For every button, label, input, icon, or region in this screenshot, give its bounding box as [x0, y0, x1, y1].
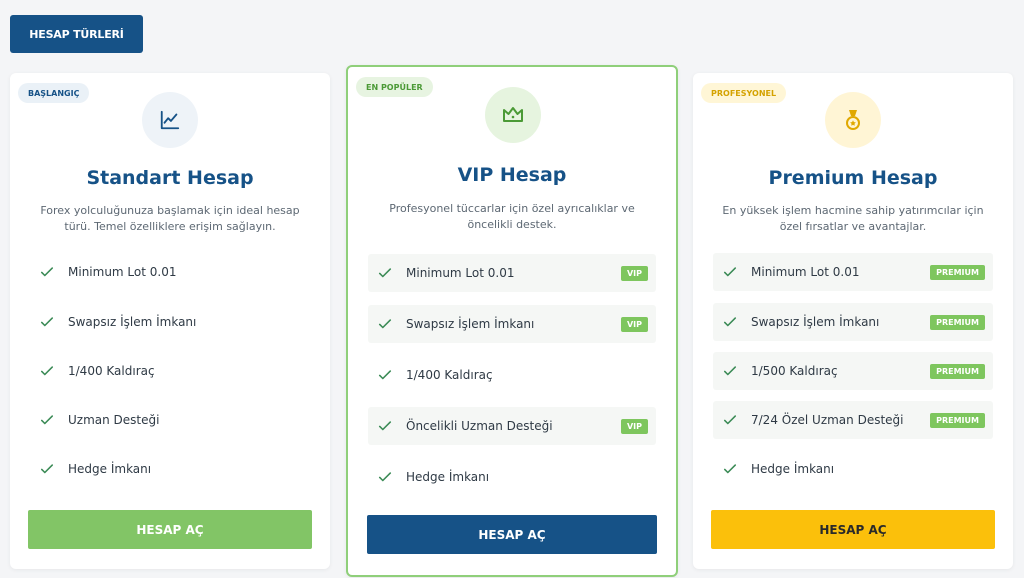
open-account-button[interactable]: HESAP AÇ	[711, 510, 995, 549]
card-title: Premium Hesap	[768, 167, 938, 189]
card-title: VIP Hesap	[457, 164, 567, 186]
card-description: En yüksek işlem hacmine sahip yatırımcıl…	[722, 204, 984, 233]
card-premium: PROFESYONEL Premium Hesap En yüksek işle…	[693, 73, 1013, 569]
vip-tag: VIP	[620, 418, 648, 434]
open-account-button[interactable]: HESAP AÇ	[28, 510, 312, 549]
medal-icon	[825, 92, 881, 148]
feature-label: 1/500 Kaldıraç	[751, 364, 838, 378]
feature-item: Minimum Lot 0.01	[30, 253, 310, 291]
badge-profesyonel: PROFESYONEL	[701, 83, 787, 103]
check-icon	[40, 366, 54, 376]
feature-item: Swapsız İşlem İmkanı PREMIUM	[713, 303, 993, 341]
feature-item: Öncelikli Uzman Desteği VIP	[368, 407, 656, 445]
tab-hesap-turleri[interactable]: HESAP TÜRLERİ	[10, 15, 143, 53]
check-icon	[723, 464, 737, 474]
feature-item: Swapsız İşlem İmkanı	[30, 303, 310, 341]
feature-label: Swapsız İşlem İmkanı	[751, 315, 880, 329]
feature-item: Hedge İmkanı	[713, 450, 993, 488]
feature-item: 7/24 Özel Uzman Desteği PREMIUM	[713, 401, 993, 439]
feature-label: Hedge İmkanı	[751, 462, 835, 476]
check-icon	[723, 366, 737, 376]
open-account-button[interactable]: HESAP AÇ	[367, 515, 657, 554]
premium-tag: PREMIUM	[930, 314, 985, 330]
feature-item: 1/400 Kaldıraç	[368, 356, 656, 394]
vip-tag: VIP	[620, 265, 648, 281]
check-icon	[378, 370, 392, 380]
feature-label: Minimum Lot 0.01	[406, 266, 515, 280]
feature-label: Swapsız İşlem İmkanı	[406, 317, 535, 331]
card-standart: BAŞLANGIÇ Standart Hesap Forex yolculuğu…	[10, 73, 330, 569]
feature-label: 1/400 Kaldıraç	[406, 368, 493, 382]
feature-item: Hedge İmkanı	[30, 450, 310, 488]
card-description: Profesyonel tüccarlar için özel ayrıcalı…	[389, 202, 635, 231]
badge-en-populer: EN POPÜLER	[356, 77, 433, 97]
feature-label: 1/400 Kaldıraç	[68, 364, 155, 378]
feature-label: 7/24 Özel Uzman Desteği	[751, 413, 904, 427]
check-icon	[723, 317, 737, 327]
feature-item: 1/400 Kaldıraç	[30, 352, 310, 390]
check-icon	[40, 415, 54, 425]
feature-item: Minimum Lot 0.01 VIP	[368, 254, 656, 292]
feature-label: Swapsız İşlem İmkanı	[68, 315, 197, 329]
check-icon	[378, 319, 392, 329]
check-icon	[378, 472, 392, 482]
feature-label: Hedge İmkanı	[68, 462, 152, 476]
vip-tag: VIP	[620, 316, 648, 332]
check-icon	[723, 267, 737, 277]
chart-line-icon	[142, 92, 198, 148]
feature-item: Swapsız İşlem İmkanı VIP	[368, 305, 656, 343]
premium-tag: PREMIUM	[930, 264, 985, 280]
feature-item: 1/500 Kaldıraç PREMIUM	[713, 352, 993, 390]
crown-icon	[485, 87, 541, 143]
premium-tag: PREMIUM	[930, 363, 985, 379]
check-icon	[40, 464, 54, 474]
feature-item: Minimum Lot 0.01 PREMIUM	[713, 253, 993, 291]
feature-label: Uzman Desteği	[68, 413, 160, 427]
card-vip: EN POPÜLER VIP Hesap Profesyonel tüccarl…	[346, 65, 678, 577]
feature-label: Minimum Lot 0.01	[68, 265, 177, 279]
badge-baslangic: BAŞLANGIÇ	[18, 83, 90, 103]
feature-label: Hedge İmkanı	[406, 470, 490, 484]
check-icon	[40, 317, 54, 327]
feature-label: Minimum Lot 0.01	[751, 265, 860, 279]
check-icon	[378, 268, 392, 278]
check-icon	[40, 267, 54, 277]
feature-item: Hedge İmkanı	[368, 458, 656, 496]
premium-tag: PREMIUM	[930, 412, 985, 428]
feature-item: Uzman Desteği	[30, 401, 310, 439]
check-icon	[378, 421, 392, 431]
check-icon	[723, 415, 737, 425]
feature-label: Öncelikli Uzman Desteği	[406, 419, 553, 433]
card-description: Forex yolculuğunuza başlamak için ideal …	[40, 204, 300, 233]
card-title: Standart Hesap	[86, 167, 254, 189]
